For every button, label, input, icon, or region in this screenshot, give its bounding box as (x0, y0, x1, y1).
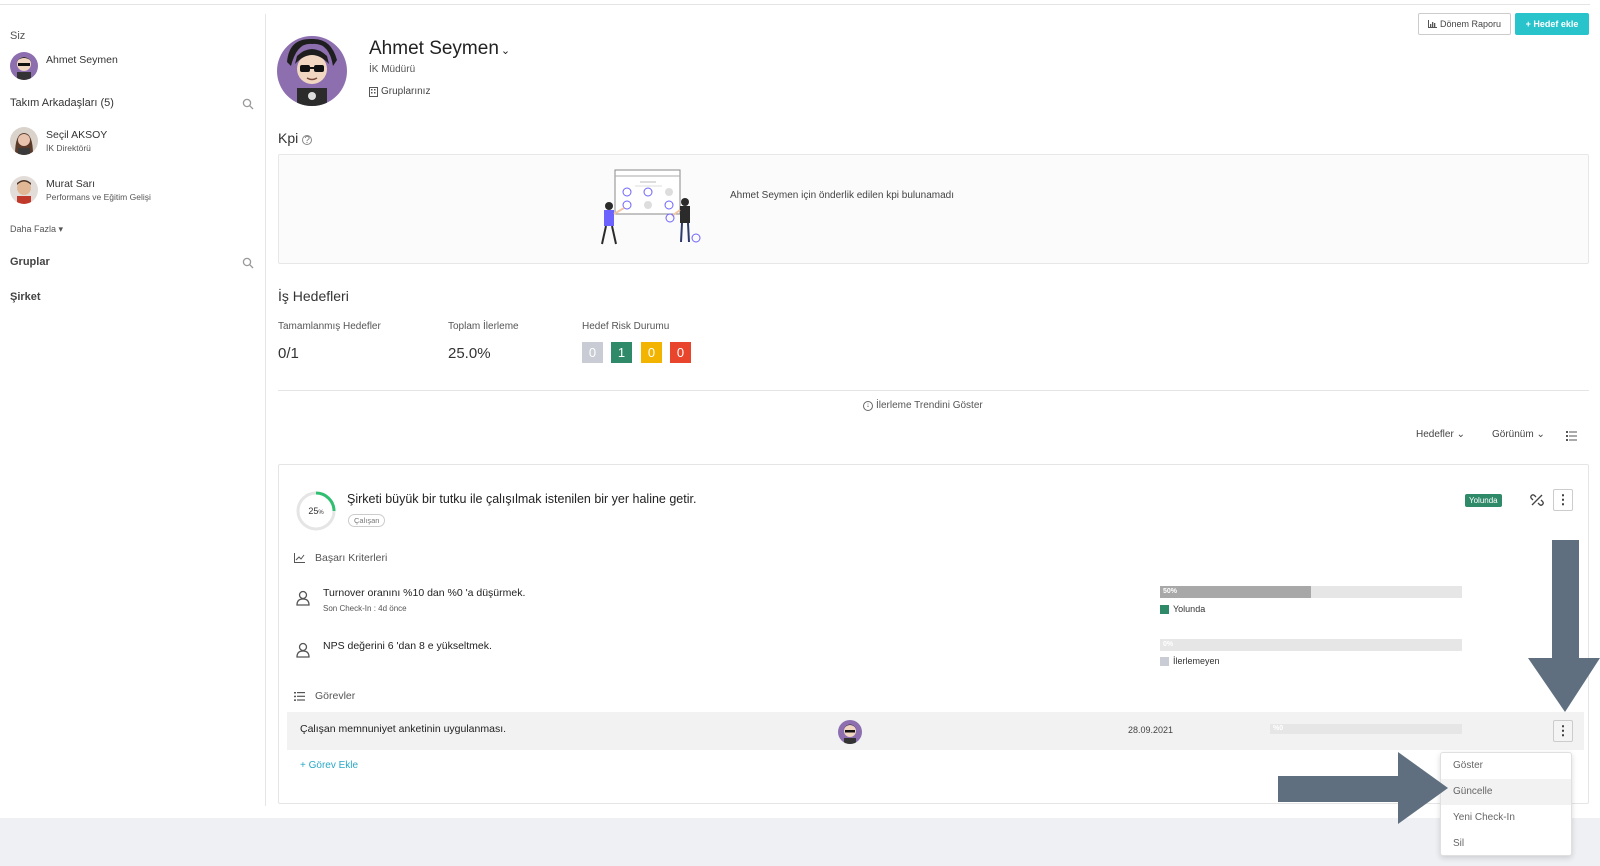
user-icon (296, 642, 310, 658)
tasks-heading: Görevler (294, 690, 355, 702)
task-due-date: 28.09.2021 (1128, 725, 1174, 735)
criterion-progress-label: 0% (1163, 641, 1174, 648)
profile-role: İK Müdürü (369, 64, 416, 75)
risk-count-warning[interactable]: 0 (641, 342, 662, 363)
search-icon[interactable] (242, 98, 254, 110)
chart-icon (1427, 20, 1437, 28)
you-heading: Siz (10, 30, 26, 42)
period-report-button[interactable]: Dönem Raporu (1418, 13, 1511, 35)
task-options-button[interactable]: ⋮ (1553, 720, 1573, 742)
annotation-arrow-down (1528, 540, 1600, 712)
help-icon[interactable]: ? (302, 135, 313, 146)
user-icon (296, 590, 310, 606)
caret-down-icon: ▾ (58, 224, 64, 234)
list-view-icon[interactable] (1566, 431, 1577, 441)
profile-name[interactable]: Ahmet Seymen ⌄ (369, 38, 510, 60)
risk-count-on-track[interactable]: 1 (611, 342, 632, 363)
status-color-swatch (1160, 604, 1169, 614)
top-divider (0, 4, 1590, 5)
teammate-name: Seçil AKSOY (46, 129, 108, 141)
view-dropdown[interactable]: Görünüm ⌄ (1492, 429, 1545, 440)
criterion-status: İlerlemeyen (1160, 656, 1220, 666)
avatar (10, 176, 38, 204)
show-trend-button[interactable]: ↓ İlerleme Trendini Göster (863, 400, 983, 411)
chevron-down-icon: ⌄ (1536, 429, 1545, 440)
progress-value: 25.0% (448, 345, 491, 362)
criterion-progress-bar: 0% (1160, 639, 1462, 651)
completed-value: 0/1 (278, 345, 299, 362)
criterion-last-checkin: Son Check-In : 4d önce (323, 604, 407, 613)
criterion-status: Yolunda (1160, 604, 1205, 614)
groups-heading: Gruplar (10, 256, 50, 268)
more-link[interactable]: Daha Fazla ▾ (10, 224, 63, 235)
risk-count-danger[interactable]: 0 (670, 342, 691, 363)
chevron-down-icon: ⌄ (500, 45, 511, 57)
unlink-icon[interactable] (1530, 493, 1544, 507)
sidebar-teammate[interactable]: Seçil AKSOY İK Direktörü (10, 127, 107, 155)
goal-progress-text: 25% (308, 506, 324, 516)
line-chart-icon (294, 553, 305, 563)
empty-state-illustration (601, 169, 701, 245)
profile-avatar (277, 36, 347, 106)
criterion-progress-bar: 50% (1160, 586, 1462, 598)
company-heading[interactable]: Şirket (10, 291, 41, 303)
teammate-name: Murat Sarı (46, 178, 96, 190)
goal-tag: Çalışan (348, 514, 386, 527)
page-footer-band (0, 818, 1600, 866)
task-progress-label: %0 (1273, 725, 1284, 732)
task-title[interactable]: Çalışan memnuniyet anketinin uygulanması… (300, 723, 506, 735)
more-vertical-icon: ⋮ (1556, 492, 1570, 507)
goals-filter-dropdown[interactable]: Hedefler ⌄ (1416, 429, 1465, 440)
groups-link[interactable]: Gruplarınız (369, 86, 430, 97)
status-badge: Yolunda (1465, 494, 1502, 507)
add-task-link[interactable]: + Görev Ekle (300, 760, 358, 771)
criterion-progress-fill: 50% (1160, 586, 1311, 598)
criterion-title[interactable]: Turnover oranını %10 dan %0 'a düşürmek. (323, 587, 525, 599)
risk-label: Hedef Risk Durumu (582, 321, 670, 332)
menu-item-delete[interactable]: Sil (1441, 831, 1571, 857)
goal-title[interactable]: Şirketi büyük bir tutku ile çalışılmak i… (347, 492, 696, 506)
more-vertical-icon: ⋮ (1556, 723, 1570, 738)
teammates-heading: Takım Arkadaşları (5) (10, 97, 114, 109)
task-list-icon (294, 691, 305, 701)
sidebar: Siz Ahmet Seymen Takım Arkadaşları (5) S… (0, 14, 266, 806)
chevron-down-icon: ⌄ (1456, 429, 1465, 440)
menu-item-update[interactable]: Güncelle (1441, 779, 1571, 805)
goals-title: İş Hedefleri (278, 288, 349, 304)
menu-item-show[interactable]: Göster (1441, 753, 1571, 779)
menu-item-new-checkin[interactable]: Yeni Check-In (1441, 805, 1571, 831)
criteria-heading: Başarı Kriterleri (294, 552, 387, 564)
kpi-title: Kpi ? (278, 130, 313, 146)
sidebar-teammate[interactable]: Murat Sarı Performans ve Eğitim Gelişi (10, 176, 151, 204)
task-assignee-avatar (838, 720, 862, 744)
add-goal-button[interactable]: + Hedef ekle (1515, 13, 1589, 35)
criterion-title[interactable]: NPS değerini 6 'dan 8 e yükseltmek. (323, 640, 492, 652)
search-icon[interactable] (242, 257, 254, 269)
task-progress-bar: %0 (1270, 724, 1462, 734)
teammate-role: İK Direktörü (46, 143, 91, 153)
progress-label: Toplam İlerleme (448, 321, 519, 332)
divider (278, 390, 1589, 391)
kpi-empty-message: Ahmet Seymen için önderlik edilen kpi bu… (730, 190, 955, 201)
sidebar-user-name: Ahmet Seymen (46, 54, 118, 66)
arrow-circle-down-icon: ↓ (863, 400, 873, 411)
avatar (10, 127, 38, 155)
risk-count-neutral[interactable]: 0 (582, 342, 603, 363)
goal-options-button[interactable]: ⋮ (1553, 489, 1573, 511)
sidebar-user-self[interactable]: Ahmet Seymen (10, 52, 118, 80)
status-color-swatch (1160, 656, 1169, 666)
building-icon (369, 86, 378, 97)
task-options-menu: Göster Güncelle Yeni Check-In Sil (1440, 752, 1572, 856)
teammate-role: Performans ve Eğitim Gelişi (46, 192, 151, 202)
annotation-arrow-right (1278, 752, 1448, 824)
kpi-panel (278, 154, 1589, 264)
avatar (10, 52, 38, 80)
completed-label: Tamamlanmış Hedefler (278, 321, 381, 332)
